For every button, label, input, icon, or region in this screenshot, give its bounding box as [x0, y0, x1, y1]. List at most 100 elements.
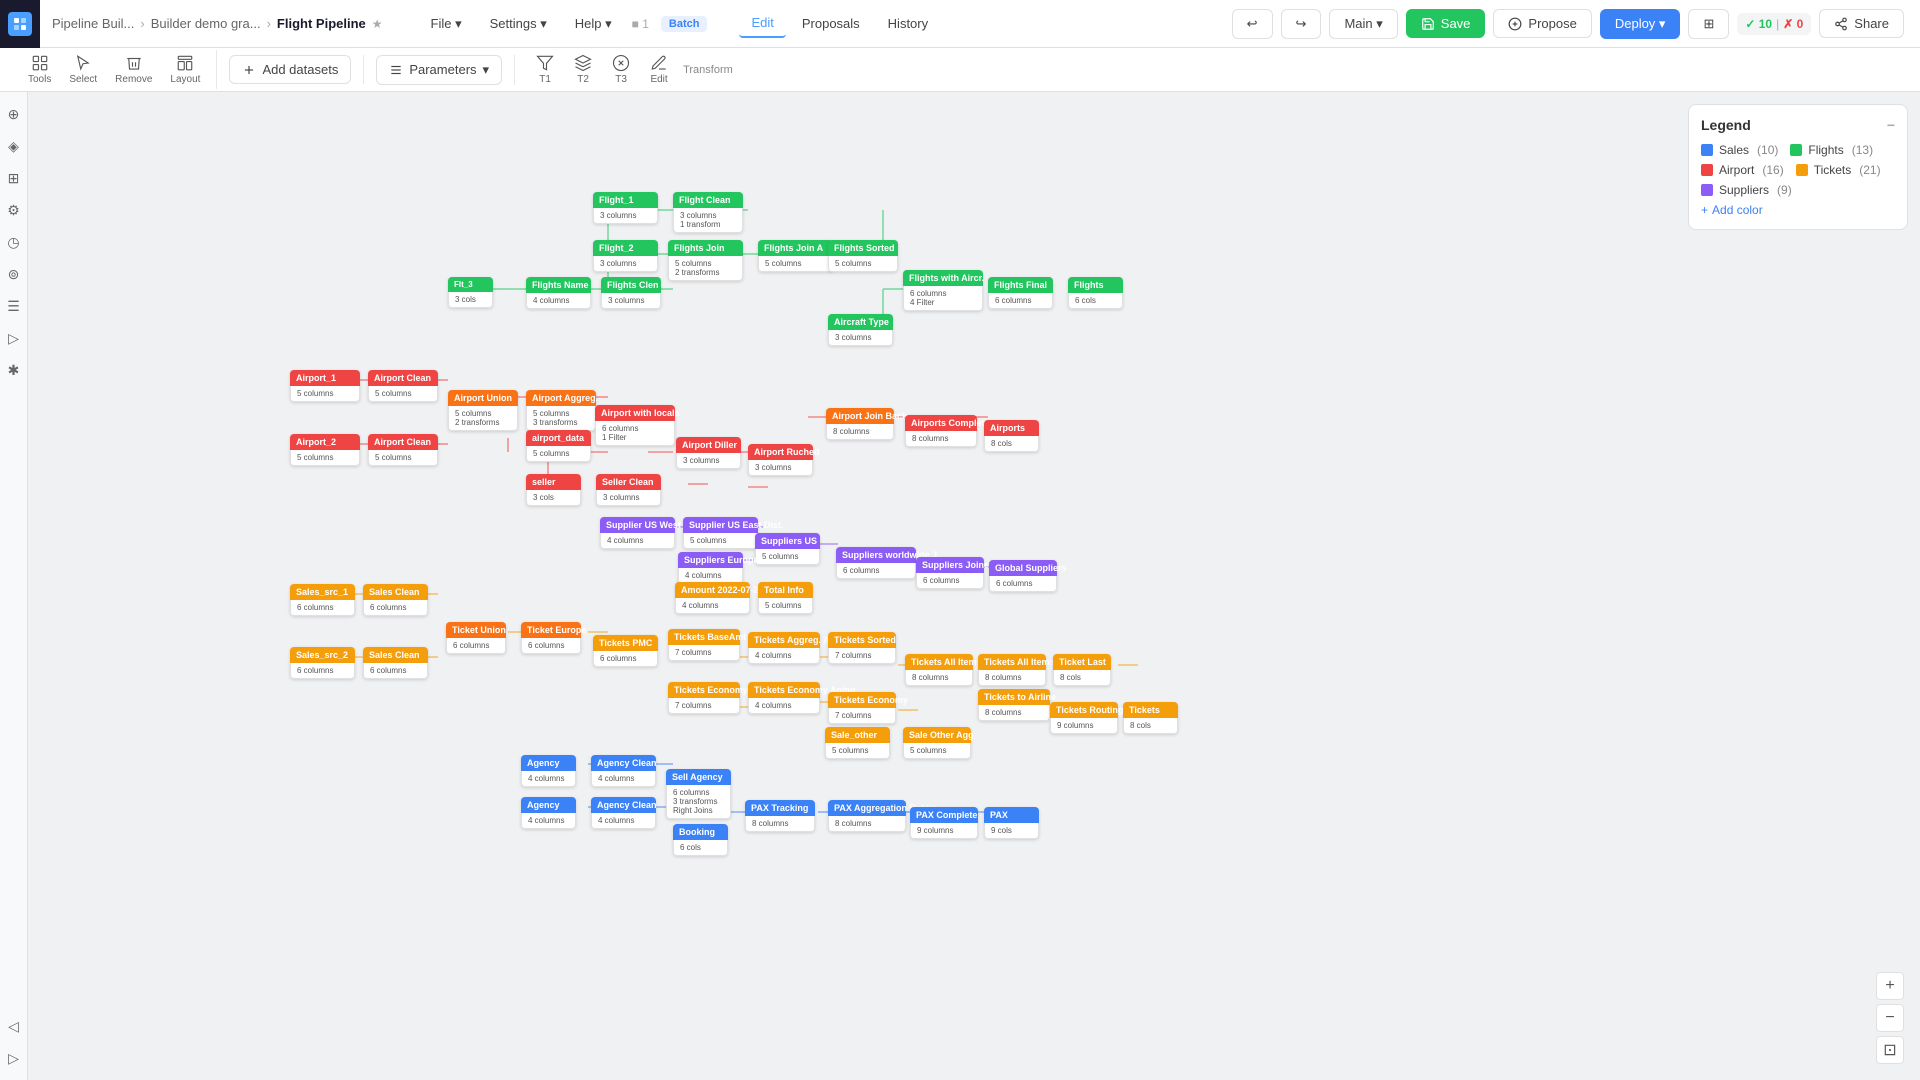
node-sellerclean[interactable]: Seller Clean 3 columns [596, 474, 661, 506]
node-suppliersjoined[interactable]: Suppliers Joined 6 columns [916, 557, 984, 589]
transform-right-button[interactable]: T3 [603, 50, 639, 89]
node-airportunion[interactable]: Airport Union 5 columns2 transforms [448, 390, 518, 431]
node-suppliersworldwide[interactable]: Suppliers worldwide J. 6 columns [836, 547, 916, 579]
node-airport1[interactable]: Airport_1 5 columns [290, 370, 360, 402]
node-ticketaggraging2[interactable]: Tickets Economy Aging 4 columns [748, 682, 820, 714]
select-button[interactable]: Select [61, 50, 105, 89]
node-filt[interactable]: Flt_3 3 cols [448, 277, 493, 308]
save-button[interactable]: Save [1406, 9, 1486, 38]
sidebar-icon-9[interactable]: ✱ [0, 356, 28, 384]
zoom-in-button[interactable]: + [1876, 972, 1904, 1000]
node-salesclean1[interactable]: Sales Clean 6 columns [363, 584, 428, 616]
node-total[interactable]: Total Info 5 columns [758, 582, 813, 614]
node-flightsorted[interactable]: Flights Sorted 5 columns [828, 240, 898, 272]
node-ticketspmc[interactable]: Tickets PMC 6 columns [593, 635, 658, 667]
node-ticketeconomy2[interactable]: Tickets Economy 7 columns [828, 692, 896, 724]
sidebar-icon-1[interactable]: ⊕ [0, 100, 28, 128]
node-supplierus[interactable]: Suppliers US 5 columns [755, 533, 820, 565]
node-supplierwest[interactable]: Supplier US West 4 columns [600, 517, 675, 549]
node-ticketlast[interactable]: Ticket Last 8 cols [1053, 654, 1111, 686]
sidebar-icon-2[interactable]: ◈ [0, 132, 28, 160]
settings-menu[interactable]: Settings ▾ [478, 10, 559, 38]
node-airportdata[interactable]: airport_data 5 columns [526, 430, 591, 462]
node-flight1[interactable]: Flight_1 3 columns [593, 192, 658, 224]
node-flight2[interactable]: Flight_2 3 columns [593, 240, 658, 272]
edit-tool-button[interactable]: Edit [641, 50, 677, 89]
node-seller[interactable]: seller 3 cols [526, 474, 581, 506]
sidebar-icon-6[interactable]: ⊚ [0, 260, 28, 288]
node-agencyclean2[interactable]: Agency Clean 4 columns [591, 797, 656, 829]
sidebar-icon-8[interactable]: ▷ [0, 324, 28, 352]
tab-history[interactable]: History [876, 10, 940, 37]
file-menu[interactable]: File ▾ [419, 10, 474, 38]
undo-button[interactable]: ↩ [1232, 9, 1273, 39]
node-airportclean2[interactable]: Airport Clean 5 columns [368, 434, 438, 466]
node-airportclean1[interactable]: Airport Clean 5 columns [368, 370, 438, 402]
node-flights-end[interactable]: Flights 6 cols [1068, 277, 1123, 309]
node-ticketrouting[interactable]: Tickets Routing 9 columns [1050, 702, 1118, 734]
node-airportruched[interactable]: Airport Ruched 3 columns [748, 444, 813, 476]
tab-edit[interactable]: Edit [739, 9, 785, 38]
add-datasets-button[interactable]: Add datasets [229, 55, 351, 84]
node-ticketaggr[interactable]: Tickets Aggreg. Aging 4 columns [748, 632, 820, 664]
remove-button[interactable]: Remove [107, 50, 160, 89]
node-agencyclean[interactable]: Agency Clean 4 columns [591, 755, 656, 787]
breadcrumb-part1[interactable]: Pipeline Buil... [52, 16, 134, 31]
node-ticketsallitems2[interactable]: Tickets All Items 8 columns [978, 654, 1046, 686]
node-ticketunion[interactable]: Ticket Union 6 columns [446, 622, 506, 654]
transform-mid-button[interactable]: T2 [565, 50, 601, 89]
node-agency[interactable]: Agency 4 columns [521, 755, 576, 787]
deploy-button[interactable]: Deploy ▾ [1600, 9, 1681, 39]
sidebar-icon-3[interactable]: ⊞ [0, 164, 28, 192]
sidebar-icon-7[interactable]: ☰ [0, 292, 28, 320]
redo-button[interactable]: ↪ [1281, 9, 1322, 39]
node-flightfinal[interactable]: Flights Final 6 columns [988, 277, 1053, 309]
node-airports-final[interactable]: Airports 8 cols [984, 420, 1039, 452]
add-color-button[interactable]: + Add color [1701, 203, 1895, 217]
star-icon[interactable]: ★ [372, 17, 383, 31]
node-flightswithairc[interactable]: Flights with Aircr. 6 columns4 Filter [903, 270, 983, 311]
node-saleotheragg[interactable]: Sale Other Agg 5 columns [903, 727, 971, 759]
tools-button[interactable]: Tools [20, 50, 59, 89]
node-suppliereastus[interactable]: Supplier US East Dist. 5 columns [683, 517, 758, 549]
node-ticketeuropeclean[interactable]: Ticket Europe 6 columns [521, 622, 581, 654]
node-flightclean1[interactable]: Flight Clean 3 columns1 transform [673, 192, 743, 233]
node-airportjoin[interactable]: Airport Join Back 8 columns [826, 408, 894, 440]
breadcrumb-part2[interactable]: Builder demo gra... [151, 16, 261, 31]
node-salesrc1[interactable]: Sales_src_1 6 columns [290, 584, 355, 616]
main-button[interactable]: Main ▾ [1329, 9, 1397, 39]
node-ticketsecdom[interactable]: Tickets Economy Div. 7 columns [668, 682, 740, 714]
help-menu[interactable]: Help ▾ [563, 10, 624, 38]
node-booking[interactable]: Booking 6 cols [673, 824, 728, 856]
node-saleother[interactable]: Sale_other 5 columns [825, 727, 890, 759]
share-button[interactable]: Share [1819, 9, 1904, 38]
node-salesclean2[interactable]: Sales Clean 6 columns [363, 647, 428, 679]
node-airportdiller[interactable]: Airport Diller 3 columns [676, 437, 741, 469]
node-tickets-end[interactable]: Tickets 8 cols [1123, 702, 1178, 734]
node-globalsuppliers[interactable]: Global Suppliers 6 columns [989, 560, 1057, 592]
grid-button[interactable]: ⊞ [1688, 9, 1729, 39]
node-amount[interactable]: Amount 2022-07-24T11... 4 columns [675, 582, 750, 614]
propose-button[interactable]: Propose [1493, 9, 1591, 38]
node-tickettoairline[interactable]: Tickets to Airline 8 columns [978, 689, 1050, 721]
node-airportwithlocal[interactable]: Airport with locals 6 columns1 Filter [595, 405, 675, 446]
transform-left-button[interactable]: T1 [527, 50, 563, 89]
node-ticketsall[interactable]: Tickets All Items 8 columns [905, 654, 973, 686]
sidebar-icon-4[interactable]: ⚙ [0, 196, 28, 224]
node-agency2[interactable]: Agency 4 columns [521, 797, 576, 829]
zoom-out-button[interactable]: − [1876, 1004, 1904, 1032]
tab-proposals[interactable]: Proposals [790, 10, 872, 37]
node-airport2[interactable]: Airport_2 5 columns [290, 434, 360, 466]
node-flightsclean2[interactable]: Flights Clen 3 columns [601, 277, 661, 309]
legend-collapse-icon[interactable]: − [1887, 117, 1895, 133]
node-paxtracking[interactable]: PAX Tracking 8 columns [745, 800, 815, 832]
layout-button[interactable]: Layout [162, 50, 208, 89]
batch-badge[interactable]: Batch [661, 16, 708, 32]
sidebar-icon-5[interactable]: ◷ [0, 228, 28, 256]
node-ticketsbaseamt[interactable]: Tickets BaseAmt 7 columns [668, 629, 740, 661]
node-paxaggregpublic[interactable]: PAX Aggregation Public 8 columns [828, 800, 906, 832]
sidebar-icon-bottom-2[interactable]: ▷ [0, 1044, 28, 1072]
parameters-button[interactable]: Parameters ▾ [376, 55, 502, 85]
zoom-fit-button[interactable]: ⊡ [1876, 1036, 1904, 1064]
node-airportcomplete[interactable]: Airports Complete 8 columns [905, 415, 977, 447]
